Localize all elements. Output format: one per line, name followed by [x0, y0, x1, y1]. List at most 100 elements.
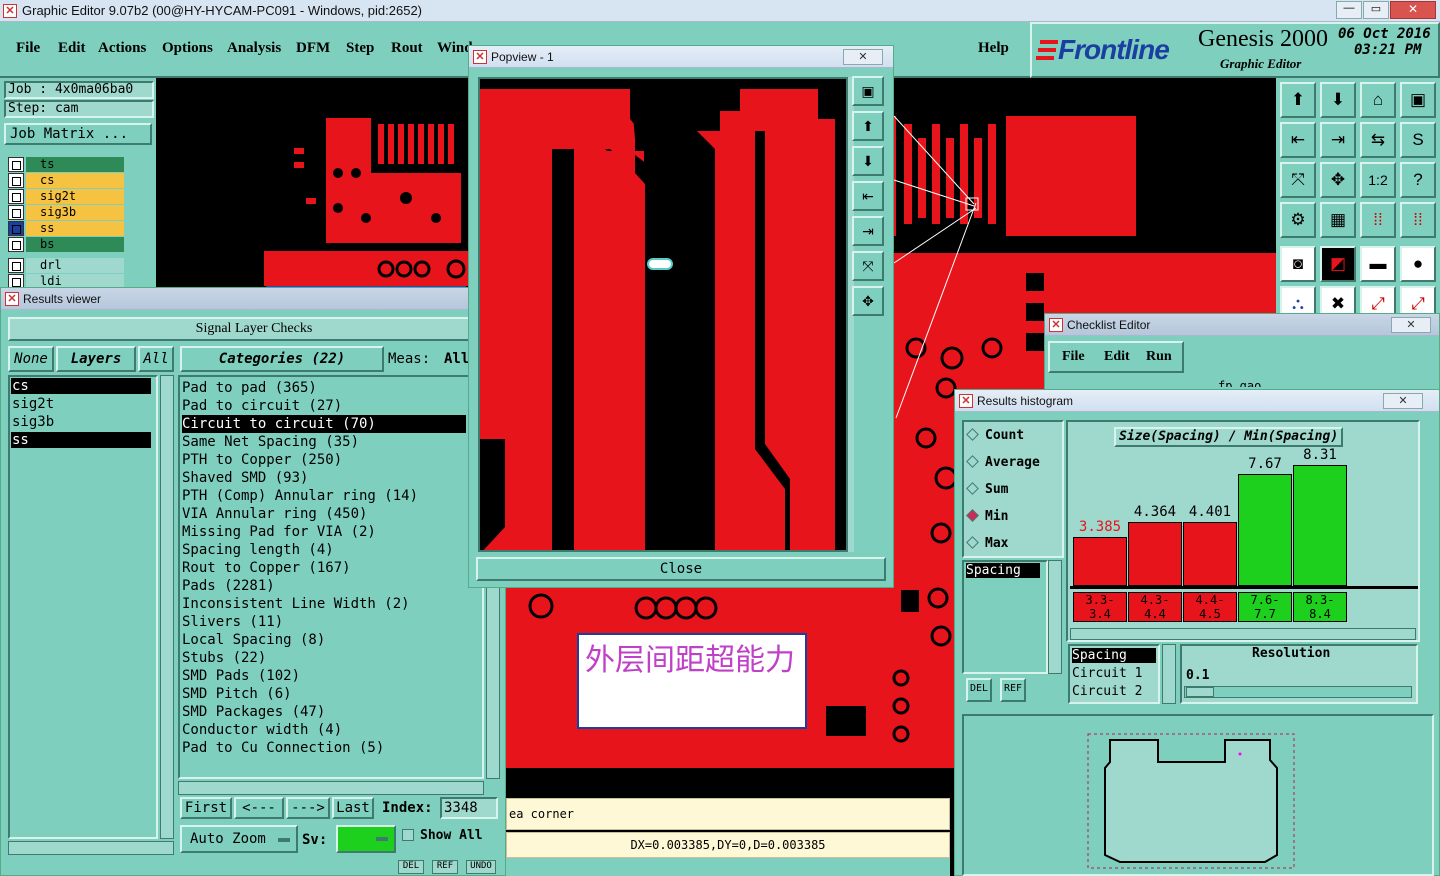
popview-zoom-window-icon[interactable]: ▣ [852, 76, 884, 106]
last-button[interactable]: Last [332, 797, 374, 819]
meas-value[interactable]: All [444, 351, 469, 367]
del-button[interactable]: DEL [398, 860, 424, 874]
category-item[interactable]: PTH (Comp) Annular ring (14) [182, 487, 418, 505]
pad-icon[interactable]: ◙ [1280, 246, 1316, 282]
histogram-bar[interactable] [1183, 521, 1237, 586]
category-item[interactable]: Local Spacing (8) [182, 631, 325, 649]
fit-icon[interactable]: ⤧ [1280, 162, 1316, 198]
resolution-slider[interactable] [1184, 686, 1412, 698]
job-matrix-button[interactable]: Job Matrix ... [4, 123, 152, 145]
home-icon[interactable]: ⌂ [1360, 82, 1396, 118]
layer-checkbox[interactable] [8, 189, 24, 204]
popview-close-button[interactable]: Close [476, 557, 886, 581]
list-item-layer-sig2t[interactable]: sig2t [11, 396, 151, 412]
popview-up-icon[interactable]: ⬆ [852, 111, 884, 141]
layer-list-scrollbar[interactable] [160, 375, 174, 839]
layers-blue-icon[interactable]: ⁞⁞ [1400, 202, 1436, 238]
category-item[interactable]: PTH to Copper (250) [182, 451, 342, 469]
layer-row-bs[interactable]: bs [8, 237, 124, 252]
categories-hscroll[interactable] [178, 781, 484, 795]
popview-canvas[interactable] [478, 77, 848, 552]
menu-rout[interactable]: Rout [391, 40, 423, 57]
next-button[interactable]: ---> [286, 797, 330, 819]
measure-icon[interactable]: ⚙ [1280, 202, 1316, 238]
prev-button[interactable]: <--- [234, 797, 284, 819]
layer-row-ss[interactable]: ss [8, 221, 124, 236]
category-item[interactable]: SMD Packages (47) [182, 703, 325, 721]
pan-left-icon[interactable]: ⇤ [1280, 122, 1316, 158]
histogram-bar[interactable] [1238, 473, 1292, 586]
layer-checkbox[interactable] [8, 221, 24, 236]
layer-row-cs[interactable]: cs [8, 173, 124, 188]
popview-left-icon[interactable]: ⇤ [852, 181, 884, 211]
layer-checkbox[interactable] [8, 173, 24, 188]
zoom-icon[interactable]: ✥ [1320, 162, 1356, 198]
ref-button[interactable]: REF [432, 860, 458, 874]
maximize-button[interactable]: ▭ [1363, 1, 1389, 19]
sv-color-dropdown[interactable] [336, 825, 396, 853]
histogram-bar[interactable] [1293, 464, 1347, 586]
histogram-left-scrollbar[interactable] [1048, 560, 1062, 674]
annotation-textbox[interactable]: 外层间距超能力 [577, 633, 807, 729]
layer-list-hscroll[interactable] [8, 841, 174, 855]
histogram-close-icon[interactable]: ✕ [1383, 393, 1423, 409]
first-button[interactable]: First [180, 797, 232, 819]
minimize-button[interactable]: — [1336, 1, 1362, 19]
categories-button[interactable]: Categories (22) [180, 346, 384, 372]
category-item[interactable]: SMD Pitch (6) [182, 685, 292, 703]
close-window-button[interactable]: ✕ [1390, 1, 1436, 19]
category-item[interactable]: Conductor width (4) [182, 721, 342, 739]
popview-fit-icon[interactable]: ⤧ [852, 251, 884, 281]
radio-count[interactable]: Count [966, 428, 1024, 443]
checklist-close-icon[interactable]: ✕ [1391, 317, 1431, 333]
layer-row-drl[interactable]: drl [8, 258, 124, 273]
checklist-menu-run[interactable]: Run [1146, 349, 1172, 365]
radio-min[interactable]: Min [966, 509, 1008, 524]
route-s-icon[interactable]: S [1400, 122, 1436, 158]
category-item[interactable]: VIA Annular ring (450) [182, 505, 367, 523]
radio-max[interactable]: Max [966, 536, 1008, 551]
layer-checkbox[interactable] [8, 157, 24, 172]
category-item[interactable]: Pad to Cu Connection (5) [182, 739, 384, 757]
scale-icon[interactable]: 1:2 [1360, 162, 1396, 198]
list-item-spacing[interactable]: Spacing [966, 563, 1040, 578]
grid-icon[interactable]: ▦ [1320, 202, 1356, 238]
type-item-circuit1[interactable]: Circuit 1 [1072, 666, 1142, 681]
menu-actions[interactable]: Actions [98, 40, 146, 57]
menu-options[interactable]: Options [162, 40, 213, 57]
category-item[interactable]: Stubs (22) [182, 649, 266, 667]
type-list-scrollbar[interactable] [1162, 644, 1176, 704]
layers-red-icon[interactable]: ⁞⁞ [1360, 202, 1396, 238]
auto-zoom-dropdown[interactable]: Auto Zoom [180, 825, 298, 853]
popview-right-icon[interactable]: ⇥ [852, 216, 884, 246]
category-item[interactable]: Missing Pad for VIA (2) [182, 523, 376, 541]
category-item[interactable]: Same Net Spacing (35) [182, 433, 359, 451]
radio-sum[interactable]: Sum [966, 482, 1008, 497]
category-item[interactable]: Rout to Copper (167) [182, 559, 351, 577]
top-view-icon[interactable]: ⬆ [1280, 82, 1316, 118]
layer-checkbox[interactable] [8, 205, 24, 220]
histogram-del-button[interactable]: DEL [966, 678, 992, 702]
bottom-view-icon[interactable]: ⬇ [1320, 82, 1356, 118]
resolution-slider-thumb[interactable] [1186, 687, 1214, 697]
checklist-menu-edit[interactable]: Edit [1104, 349, 1130, 365]
menu-help[interactable]: Help [978, 40, 1009, 57]
type-item-spacing[interactable]: Spacing [1072, 648, 1156, 663]
help-icon[interactable]: ? [1400, 162, 1436, 198]
menu-edit[interactable]: Edit [58, 40, 86, 57]
category-item[interactable]: Pad to circuit (27) [182, 397, 342, 415]
popview-pan-icon[interactable]: ✥ [852, 286, 884, 316]
list-item-layer-ss[interactable]: ss [11, 432, 151, 448]
histogram-ref-button[interactable]: REF [1000, 678, 1026, 702]
radio-average[interactable]: Average [966, 455, 1040, 470]
category-item[interactable]: Pad to pad (365) [182, 379, 317, 397]
chart-hscroll[interactable] [1070, 628, 1416, 640]
category-item[interactable]: SMD Pads (102) [182, 667, 300, 685]
menu-analysis[interactable]: Analysis [227, 40, 281, 57]
layer-row-ts[interactable]: ts [8, 157, 124, 172]
histogram-bar[interactable] [1128, 522, 1182, 586]
layer-checkbox[interactable] [8, 258, 24, 273]
histogram-bar[interactable] [1073, 536, 1127, 586]
none-button[interactable]: None [8, 346, 54, 372]
line-icon[interactable]: ◩ [1320, 246, 1356, 282]
